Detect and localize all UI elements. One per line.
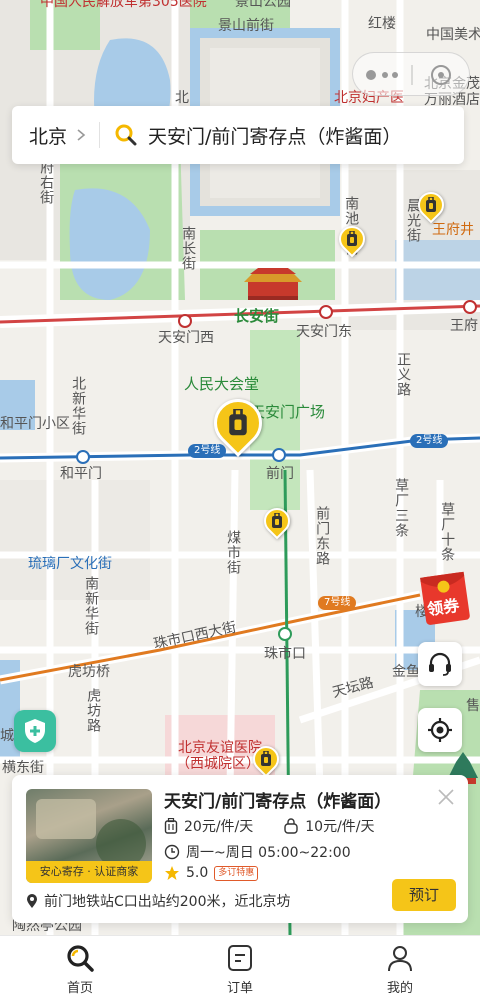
store-title: 天安门/前门寄存点（炸酱面） xyxy=(164,792,392,812)
coupon-button[interactable]: 领券 xyxy=(419,568,479,626)
search-icon xyxy=(67,945,94,972)
store-address: 前门地铁站C口出站约200米，近北京坊 xyxy=(44,894,291,910)
map-label: 虎坊路 xyxy=(85,688,102,733)
map-label: 长安街 xyxy=(234,307,280,325)
city-selector[interactable]: 北京 xyxy=(29,122,67,149)
map-label: 王府 xyxy=(450,318,478,334)
map-label: 正义路 xyxy=(395,352,412,397)
luggage-icon xyxy=(272,513,282,528)
map-label: 珠市口 xyxy=(264,646,306,662)
small-bag-icon xyxy=(284,818,298,834)
line2-badge: 2号线 xyxy=(410,434,449,448)
metro-station-icon xyxy=(178,314,192,328)
close-icon[interactable] xyxy=(436,787,456,807)
locker-pin[interactable] xyxy=(412,186,450,226)
map-label: 中国人民解放军第305医院 xyxy=(40,0,207,10)
selected-locker-pin[interactable] xyxy=(204,389,272,461)
headset-icon xyxy=(429,652,451,676)
map-label: 北京友谊医院 xyxy=(178,740,262,756)
map-label: 中国美术 xyxy=(426,27,480,43)
miniprogram-capsule[interactable] xyxy=(352,52,470,96)
map-label: 煤市街 xyxy=(225,530,242,575)
map-label: 天安门西 xyxy=(158,330,214,346)
luggage-icon xyxy=(261,751,271,766)
map-label: （西城院区） xyxy=(176,756,260,772)
map-label: 琉璃厂文化街 xyxy=(28,556,112,572)
insurance-button[interactable] xyxy=(14,710,56,752)
map-label: 前门东路 xyxy=(314,506,331,566)
map-label: 景山公园 xyxy=(235,0,291,10)
shield-plus-icon xyxy=(25,719,45,743)
search-bar[interactable]: 北京 天安门/前门寄存点（炸酱面） xyxy=(12,106,464,164)
map-label: 府右街 xyxy=(38,160,55,205)
map-label: 南新华街 xyxy=(83,576,100,636)
map-label: 虎坊桥 xyxy=(68,664,110,680)
map-label: 金鱼 xyxy=(392,664,420,680)
map-label: 售 xyxy=(466,698,480,714)
metro-station-icon xyxy=(319,305,333,319)
map-label: 南长街 xyxy=(180,226,197,271)
map-label: 北 xyxy=(175,90,189,106)
map-label: 北新华街 xyxy=(70,376,87,436)
luggage-icon xyxy=(347,231,357,246)
map-label: 草厂三条 xyxy=(393,478,410,538)
map-label: 横东街 xyxy=(2,760,44,776)
location-pin-icon xyxy=(27,894,37,908)
tab-label: 首页 xyxy=(66,981,93,996)
search-input[interactable]: 天安门/前门寄存点（炸酱面） xyxy=(148,122,401,149)
luggage-icon xyxy=(426,197,436,212)
locate-button[interactable] xyxy=(418,708,462,752)
locker-pin[interactable] xyxy=(333,220,371,260)
tab-label: 订单 xyxy=(226,981,253,996)
tab-home[interactable]: 首页 xyxy=(0,936,160,999)
star-icon xyxy=(165,866,179,880)
rating-row: 5.0 多订特惠 xyxy=(164,865,259,881)
app-root: 中国人民解放军第305医院 景山前街 景山公园 红楼 中国美术 北京妇产医 北京… xyxy=(0,0,480,999)
order-icon xyxy=(228,945,252,971)
map-label: 和平门 xyxy=(60,466,102,482)
map-label: 和平门小区 xyxy=(0,416,70,432)
map-label: 景山前街 xyxy=(218,18,274,34)
locate-icon xyxy=(428,718,452,742)
profile-icon xyxy=(388,946,412,972)
price-large: 20元/件/天 xyxy=(184,819,254,835)
store-rating: 5.0 xyxy=(186,865,209,881)
map-label: 人民大会堂 xyxy=(184,375,260,393)
large-luggage-icon xyxy=(164,818,178,834)
customer-service-button[interactable] xyxy=(418,642,462,686)
coupon-label: 领券 xyxy=(426,595,461,620)
capsule-icons xyxy=(366,65,451,85)
metro-station-icon xyxy=(272,448,286,462)
map-label: 前门 xyxy=(266,466,294,482)
clock-icon xyxy=(164,844,180,860)
locker-pin[interactable] xyxy=(258,502,296,542)
tab-label: 我的 xyxy=(386,981,413,996)
luggage-icon xyxy=(229,409,247,436)
map-label: 城 xyxy=(0,728,14,744)
bottom-tab-bar: 首页 订单 我的 xyxy=(0,935,480,999)
search-icon xyxy=(115,124,137,146)
map-label: 草厂十条 xyxy=(439,502,456,562)
chevron-right-icon xyxy=(77,129,86,141)
price-row: 20元/件/天 10元/件/天 xyxy=(164,816,375,836)
tab-profile[interactable]: 我的 xyxy=(320,936,480,999)
metro-station-icon xyxy=(463,300,477,314)
price-small: 10元/件/天 xyxy=(305,819,375,835)
metro-station-icon xyxy=(76,450,90,464)
search-divider xyxy=(99,122,101,148)
promo-tag: 多订特惠 xyxy=(214,865,259,881)
metro-station-icon xyxy=(278,627,292,641)
tab-orders[interactable]: 订单 xyxy=(160,936,320,999)
line7-badge: 7号线 xyxy=(318,596,357,610)
store-hours: 周一~周日 05:00~22:00 xyxy=(186,845,351,861)
hours-row: 周一~周日 05:00~22:00 xyxy=(164,842,351,862)
store-card[interactable]: 安心寄存 · 认证商家 天安门/前门寄存点（炸酱面） 20元/件/天 10元/件… xyxy=(12,775,468,923)
address-row: 前门地铁站C口出站约200米，近北京坊 xyxy=(26,891,291,911)
map-label: 红楼 xyxy=(368,16,396,32)
book-button[interactable]: 预订 xyxy=(392,879,456,911)
verified-badge: 安心寄存 · 认证商家 xyxy=(26,861,152,883)
map-label: 天安门东 xyxy=(296,324,352,340)
